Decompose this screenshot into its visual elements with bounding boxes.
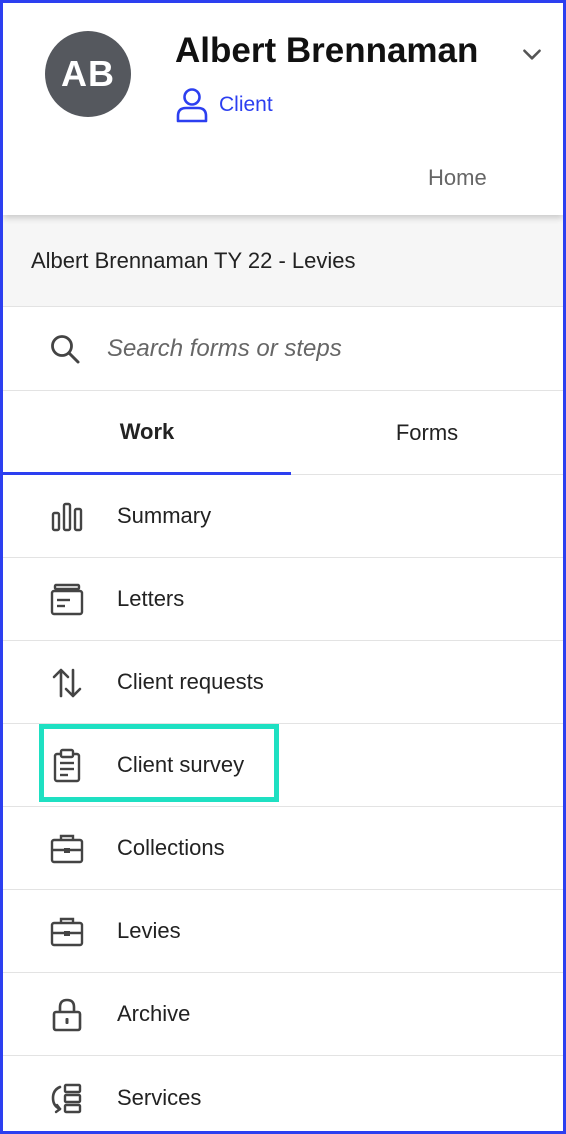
nav-label-levies: Levies: [117, 918, 181, 943]
clipboard-icon: [53, 748, 81, 783]
nav-item-levies[interactable]: Levies: [3, 890, 563, 973]
search-bar: [3, 307, 563, 391]
work-nav-list: Summary Letters Client requests Client s…: [3, 475, 563, 1131]
nav-label-services: Services: [117, 1084, 202, 1110]
engagement-title[interactable]: Albert Brennaman TY 22 - Levies: [3, 215, 563, 307]
nav-item-client-survey[interactable]: Client survey: [3, 724, 563, 807]
tab-work[interactable]: Work: [3, 391, 291, 475]
nav-item-summary[interactable]: Summary: [3, 475, 563, 558]
briefcase-icon: [50, 917, 84, 947]
search-input[interactable]: [107, 327, 537, 371]
nav-item-client-requests[interactable]: Client requests: [3, 641, 563, 724]
nav-item-letters[interactable]: Letters: [3, 558, 563, 641]
nav-label-client-survey: Client survey: [117, 752, 245, 777]
nav-label-collections: Collections: [117, 835, 225, 860]
person-icon: [176, 88, 208, 123]
nav-label-summary: Summary: [117, 503, 212, 528]
bar-chart-icon: [51, 502, 83, 532]
engagement-title-text: Albert Brennaman TY 22 - Levies: [31, 247, 356, 273]
client-name[interactable]: Albert Brennaman: [175, 31, 478, 71]
client-role: Client: [175, 87, 273, 123]
up-down-arrows-icon: [52, 668, 82, 698]
services-icon: [51, 1083, 82, 1114]
nav-label-archive: Archive: [117, 1001, 191, 1026]
avatar[interactable]: AB: [45, 31, 131, 117]
nav-item-services[interactable]: Services: [3, 1056, 563, 1131]
app-frame: AB Albert Brennaman Client Home Albert B…: [0, 0, 566, 1134]
tab-bar: Work Forms: [3, 391, 563, 475]
search-icon: [51, 335, 80, 364]
chevron-down-icon[interactable]: [519, 41, 545, 67]
client-header: AB Albert Brennaman Client Home: [3, 3, 563, 215]
briefcase-icon: [50, 834, 84, 864]
nav-item-collections[interactable]: Collections: [3, 807, 563, 890]
home-link[interactable]: Home: [428, 165, 487, 191]
letter-tray-icon: [50, 583, 84, 616]
tab-forms[interactable]: Forms: [291, 391, 563, 475]
nav-item-archive[interactable]: Archive: [3, 973, 563, 1056]
role-label: Client: [219, 93, 273, 116]
nav-label-letters: Letters: [117, 586, 185, 611]
lock-icon: [52, 998, 82, 1032]
nav-label-client-requests: Client requests: [117, 669, 264, 694]
